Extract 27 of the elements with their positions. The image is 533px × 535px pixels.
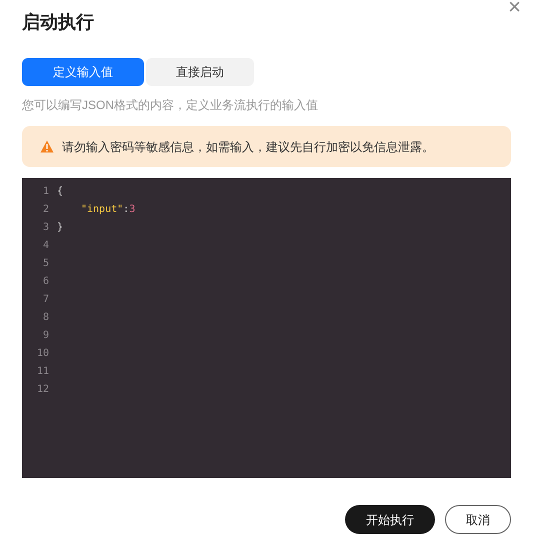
line-number: 8 [42, 311, 49, 325]
line-number: 10 [36, 347, 49, 361]
tab[interactable]: 定义输入值 [22, 58, 144, 86]
code-token: { [57, 185, 64, 199]
line-number: 4 [42, 239, 49, 253]
cancel-button[interactable]: 取消 [445, 505, 511, 534]
start-button[interactable]: 开始执行 [345, 505, 435, 534]
line-number: 7 [42, 293, 49, 307]
line-number: 9 [42, 329, 49, 343]
line-number: 1 [42, 185, 49, 199]
code-editor[interactable]: 1 2 3 4 5 6 7 8 9 10 11 12 { "input":3 } [22, 178, 511, 478]
line-number: 3 [42, 221, 49, 235]
tab[interactable]: 直接启动 [146, 58, 254, 86]
warning-icon [40, 140, 54, 153]
line-number: 12 [36, 383, 49, 397]
line-number: 5 [42, 257, 49, 271]
code-token: : [123, 203, 130, 217]
close-button[interactable]: × [508, 0, 521, 18]
warning-text: 请勿输入密码等敏感信息，如需输入，建议先自行加密以免信息泄露。 [62, 138, 434, 156]
code-token: "input" [81, 203, 124, 217]
code-token: 3 [129, 203, 136, 217]
code-token: } [57, 221, 64, 235]
description: 您可以编写JSON格式的内容，定义业务流执行的输入值 [22, 97, 320, 114]
dialog-title: 启动执行 [22, 11, 95, 34]
line-number: 11 [36, 365, 49, 379]
line-number: 6 [42, 275, 49, 289]
line-number: 2 [42, 203, 49, 217]
